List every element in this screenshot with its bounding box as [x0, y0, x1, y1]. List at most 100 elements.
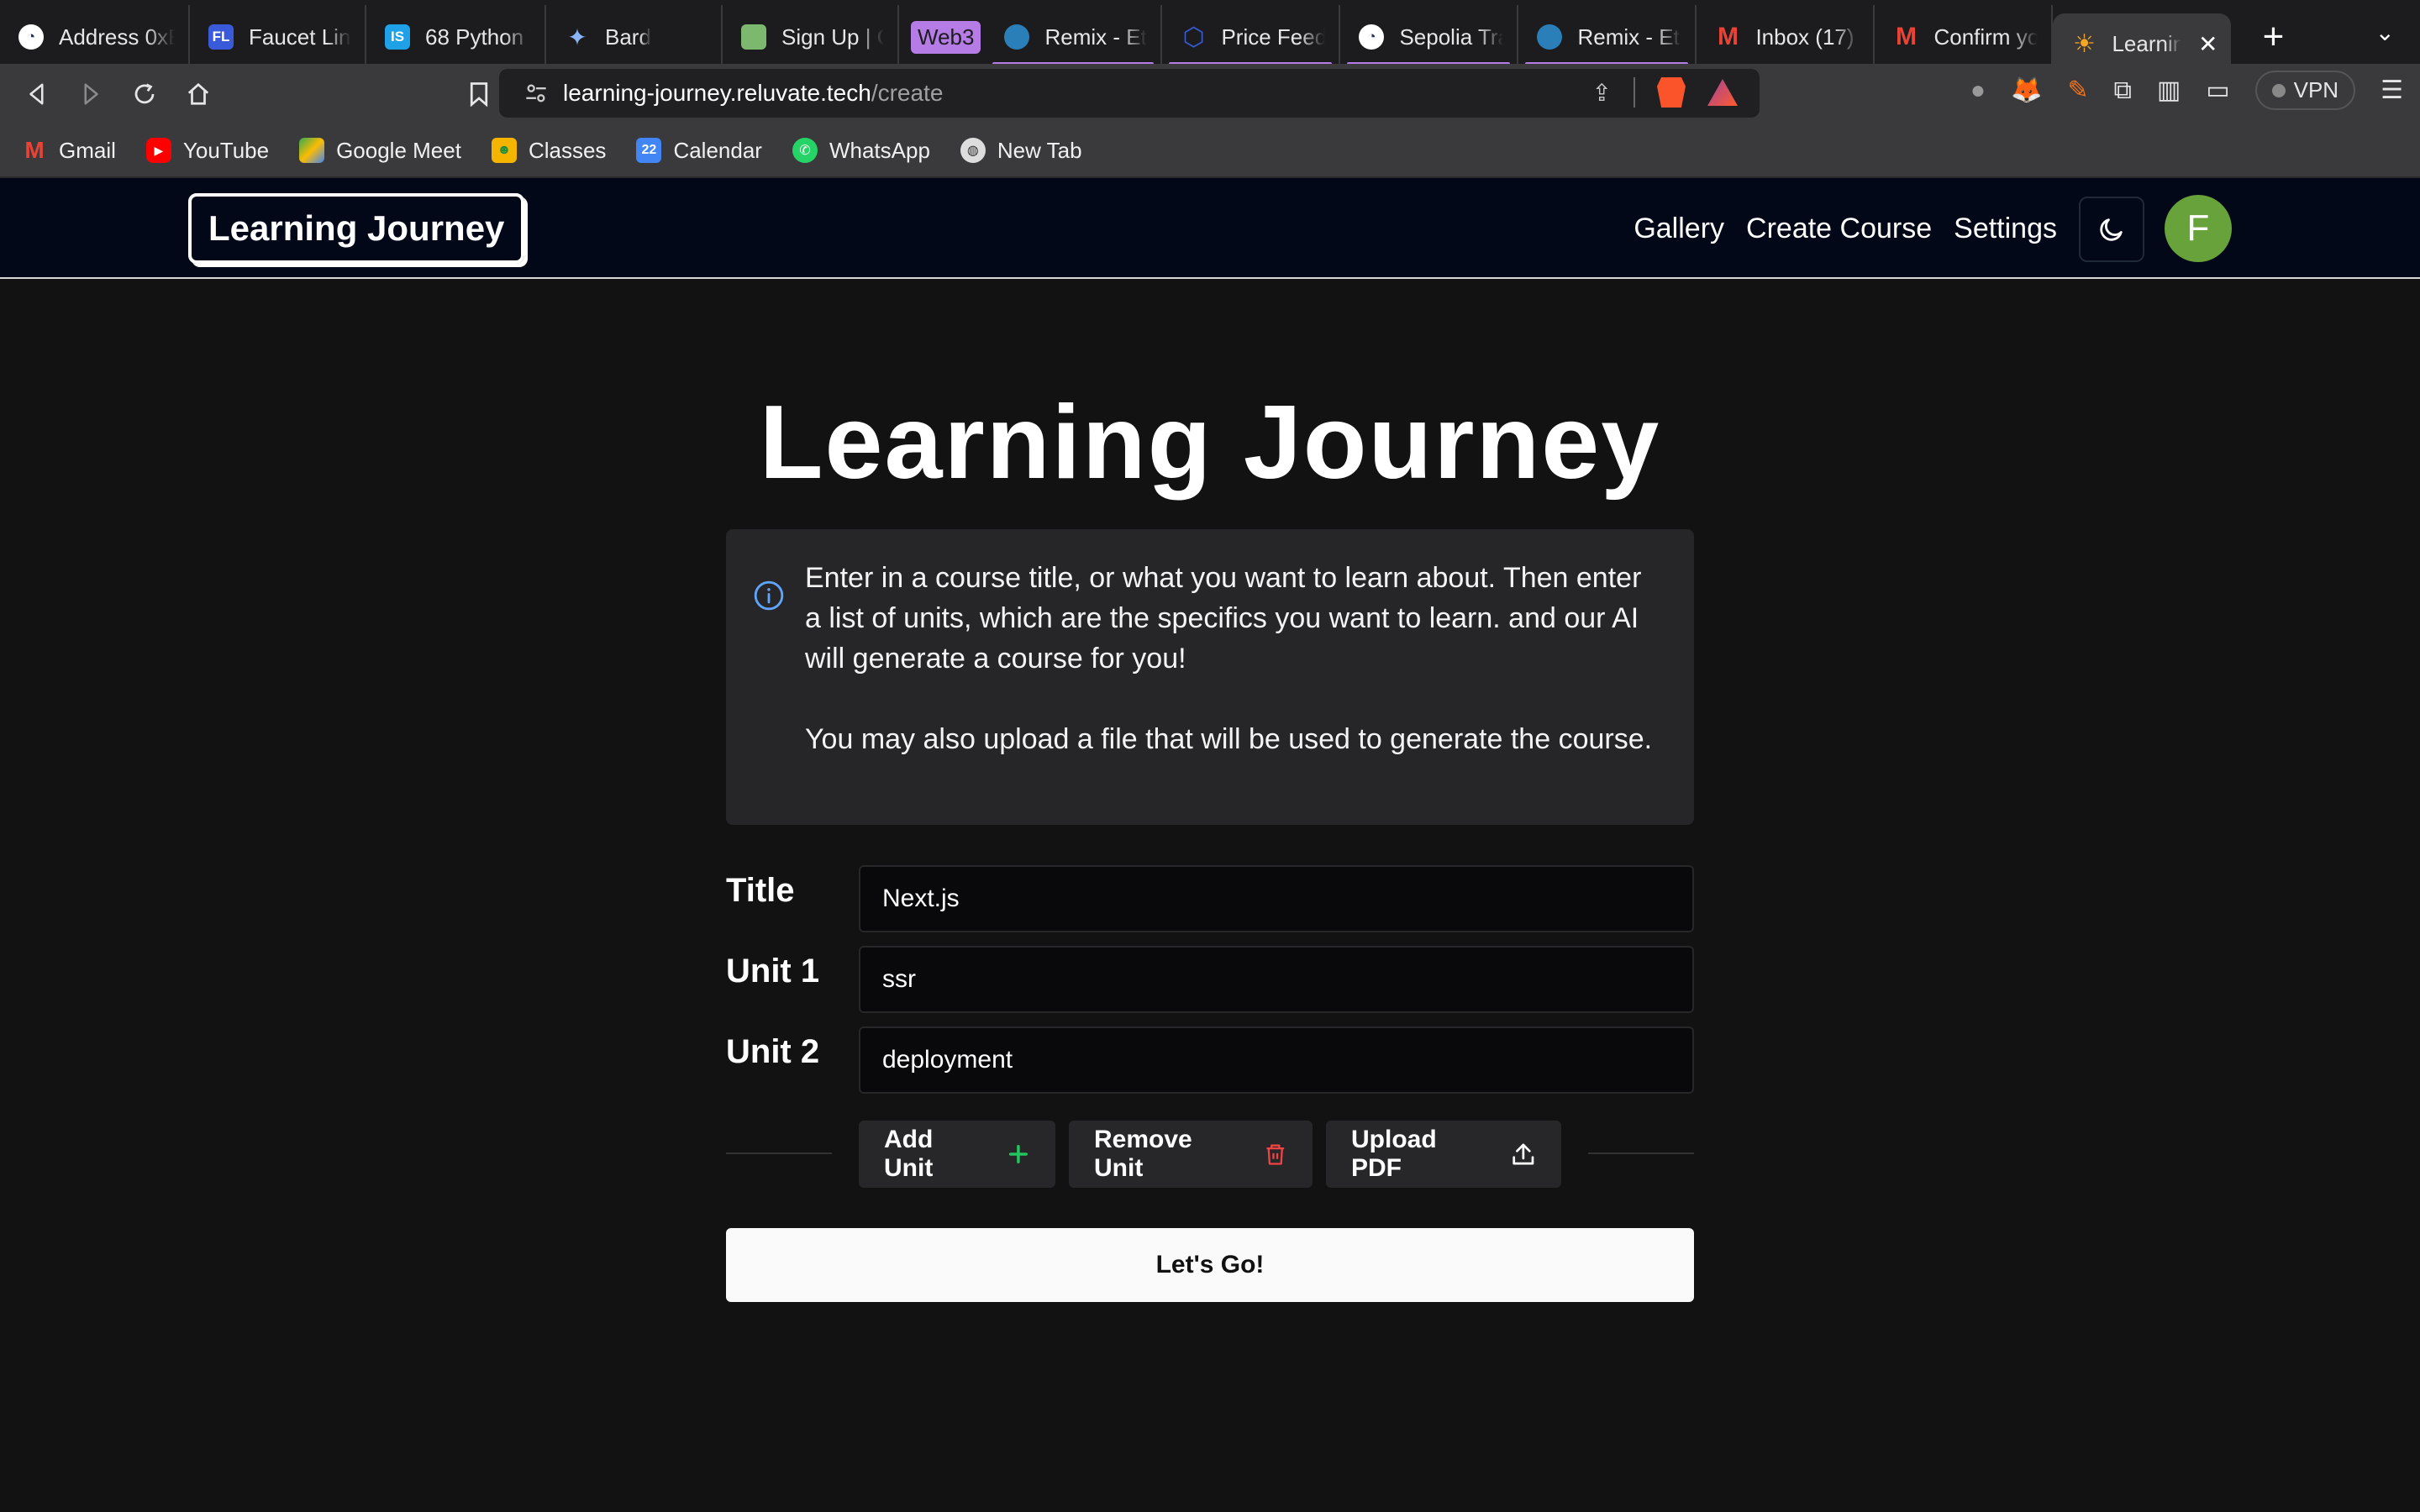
youtube-icon: ▶ — [145, 138, 171, 163]
tab-group-chip[interactable]: Web3 — [911, 20, 981, 54]
wallet-icon[interactable]: ▭ — [2206, 76, 2229, 105]
nav-link-gallery[interactable]: Gallery — [1634, 213, 1724, 245]
moon-icon — [2100, 218, 2123, 241]
vpn-status-dot — [2271, 83, 2286, 97]
browser-tab-bar: ◔ Address 0xE FL Faucet Link IS 68 Pytho… — [0, 0, 2420, 74]
bookmark-button[interactable] — [454, 69, 504, 119]
bookmarks-bar: M Gmail ▶ YouTube Google Meet ☻ Classes … — [0, 124, 2420, 178]
upload-icon — [1512, 1143, 1534, 1165]
upload-pdf-button[interactable]: Upload PDF — [1326, 1121, 1561, 1188]
unit-1-label: Unit 1 — [726, 953, 820, 990]
bookmark-youtube[interactable]: ▶ YouTube — [145, 138, 269, 164]
unit-2-label: Unit 2 — [726, 1033, 820, 1070]
site-settings-icon[interactable] — [524, 81, 548, 105]
forward-arrow-icon — [84, 83, 98, 105]
share-icon[interactable]: ⇪ — [1592, 79, 1612, 107]
bookmark-classes[interactable]: ☻ Classes — [491, 138, 606, 164]
metamask-icon[interactable]: 🦊 — [2011, 76, 2042, 105]
nav-link-create-course[interactable]: Create Course — [1746, 213, 1932, 245]
menu-hamburger-icon[interactable]: ☰ — [2381, 76, 2403, 105]
sidebar-toggle-icon[interactable]: ▥ — [2157, 76, 2181, 105]
pen-extension-icon[interactable]: ✎ — [2067, 76, 2088, 105]
browser-tab[interactable]: ✦ Bard — [546, 5, 723, 69]
back-button[interactable] — [12, 69, 62, 119]
site-nav: Gallery Create Course Settings — [1634, 178, 2057, 279]
bard-sparkle-icon: ✦ — [567, 24, 587, 50]
bookmark-new-tab[interactable]: ◍ New Tab — [960, 138, 1082, 164]
reload-button[interactable] — [119, 69, 170, 119]
theme-toggle-button[interactable] — [2079, 197, 2144, 262]
unit-2-input[interactable] — [859, 1026, 1694, 1094]
browser-tab[interactable]: Remix - Ethe — [1518, 5, 1697, 69]
brave-shields-icon[interactable] — [1657, 77, 1686, 108]
close-tab-icon[interactable]: ✕ — [2198, 30, 2217, 58]
browser-tab[interactable]: M Inbox (17) - — [1697, 5, 1876, 69]
unit-1-input[interactable] — [859, 946, 1694, 1013]
trash-icon — [1266, 1144, 1285, 1165]
google-meet-icon — [299, 138, 325, 163]
mouse-extension-icon[interactable]: ● — [1970, 76, 1986, 105]
form-row-title: Title — [726, 865, 1694, 932]
vpn-button[interactable]: VPN — [2254, 71, 2356, 110]
add-unit-button[interactable]: Add Unit — [859, 1121, 1055, 1188]
browser-tab[interactable]: ◔ Sepolia Tran — [1340, 5, 1519, 69]
classroom-icon: ☻ — [491, 138, 517, 163]
etherscan-icon: ◔ — [1359, 24, 1385, 50]
browser-tab[interactable]: Remix - Ethe — [986, 5, 1163, 69]
title-label: Title — [726, 872, 795, 909]
bookmark-calendar[interactable]: 22 Calendar — [636, 138, 762, 164]
info-text-paragraph: You may also upload a file that will be … — [805, 723, 1653, 755]
user-avatar[interactable]: F — [2165, 195, 2232, 262]
new-tab-button[interactable]: + — [2248, 12, 2298, 62]
bookmark-google-meet[interactable]: Google Meet — [299, 138, 461, 164]
submit-button[interactable]: Let's Go! — [726, 1228, 1694, 1302]
nav-link-settings[interactable]: Settings — [1954, 213, 2057, 245]
site-header: Learning Journey Gallery Create Course S… — [0, 178, 2420, 279]
separator-left — [726, 1152, 832, 1154]
url-divider — [1634, 77, 1635, 108]
browser-tab[interactable]: ◔ Address 0xE — [0, 5, 190, 69]
address-bar[interactable]: learning-journey.reluvate.tech/create ⇪ … — [499, 69, 1760, 118]
browser-tab[interactable]: M Confirm you — [1875, 5, 2054, 69]
remix-icon — [1004, 24, 1030, 50]
plus-icon — [1009, 1144, 1028, 1164]
whatsapp-icon: ✆ — [792, 138, 818, 163]
extensions-puzzle-icon[interactable]: ⧉ — [2113, 76, 2131, 105]
browser-tab[interactable]: ⬡ Price Feed C — [1162, 5, 1341, 69]
title-input[interactable] — [859, 865, 1694, 932]
separator-right — [1588, 1152, 1694, 1154]
info-icon — [754, 580, 784, 611]
python-site-icon: IS — [385, 24, 410, 50]
site-logo[interactable]: Learning Journey — [188, 193, 525, 264]
browser-tab[interactable]: Sign Up | Op — [723, 5, 899, 69]
forward-button[interactable] — [66, 69, 116, 119]
chevron-down-icon[interactable]: ⌄ — [2375, 18, 2395, 46]
form-row-unit-2: Unit 2 — [726, 1026, 1694, 1094]
page-title: Learning Journey — [759, 385, 1661, 501]
gmail-icon: M — [1895, 23, 1917, 50]
gmail-icon: M — [1717, 23, 1739, 50]
back-arrow-icon — [29, 83, 44, 105]
browser-toolbar: learning-journey.reluvate.tech/create ⇪ … — [0, 64, 2420, 124]
info-callout: Enter in a course title, or what you wan… — [726, 529, 1694, 825]
reload-icon — [134, 83, 155, 104]
bookmark-whatsapp[interactable]: ✆ WhatsApp — [792, 138, 930, 164]
home-button[interactable] — [173, 69, 224, 119]
browser-tab[interactable]: IS 68 Python W — [366, 5, 546, 69]
bookmark-gmail[interactable]: M Gmail — [22, 137, 116, 164]
remix-icon — [1537, 24, 1563, 50]
brave-rewards-icon[interactable]: 7 — [1707, 79, 1738, 106]
map-icon — [741, 24, 766, 50]
url-path: /create — [871, 80, 944, 106]
gmail-icon: M — [24, 137, 45, 163]
bookmark-icon — [470, 82, 488, 107]
chainlink-icon: ⬡ — [1182, 23, 1205, 51]
remove-unit-button[interactable]: Remove Unit — [1069, 1121, 1313, 1188]
sun-icon: ☀ — [2073, 29, 2096, 58]
browser-tab[interactable]: FL Faucet Link — [190, 5, 366, 69]
home-icon — [187, 82, 209, 105]
url-host: learning-journey.reluvate.tech — [563, 80, 871, 106]
info-text-paragraph: Enter in a course title, or what you wan… — [805, 562, 1642, 675]
calendar-icon: 22 — [636, 138, 662, 163]
etherscan-icon: ◔ — [18, 24, 44, 50]
